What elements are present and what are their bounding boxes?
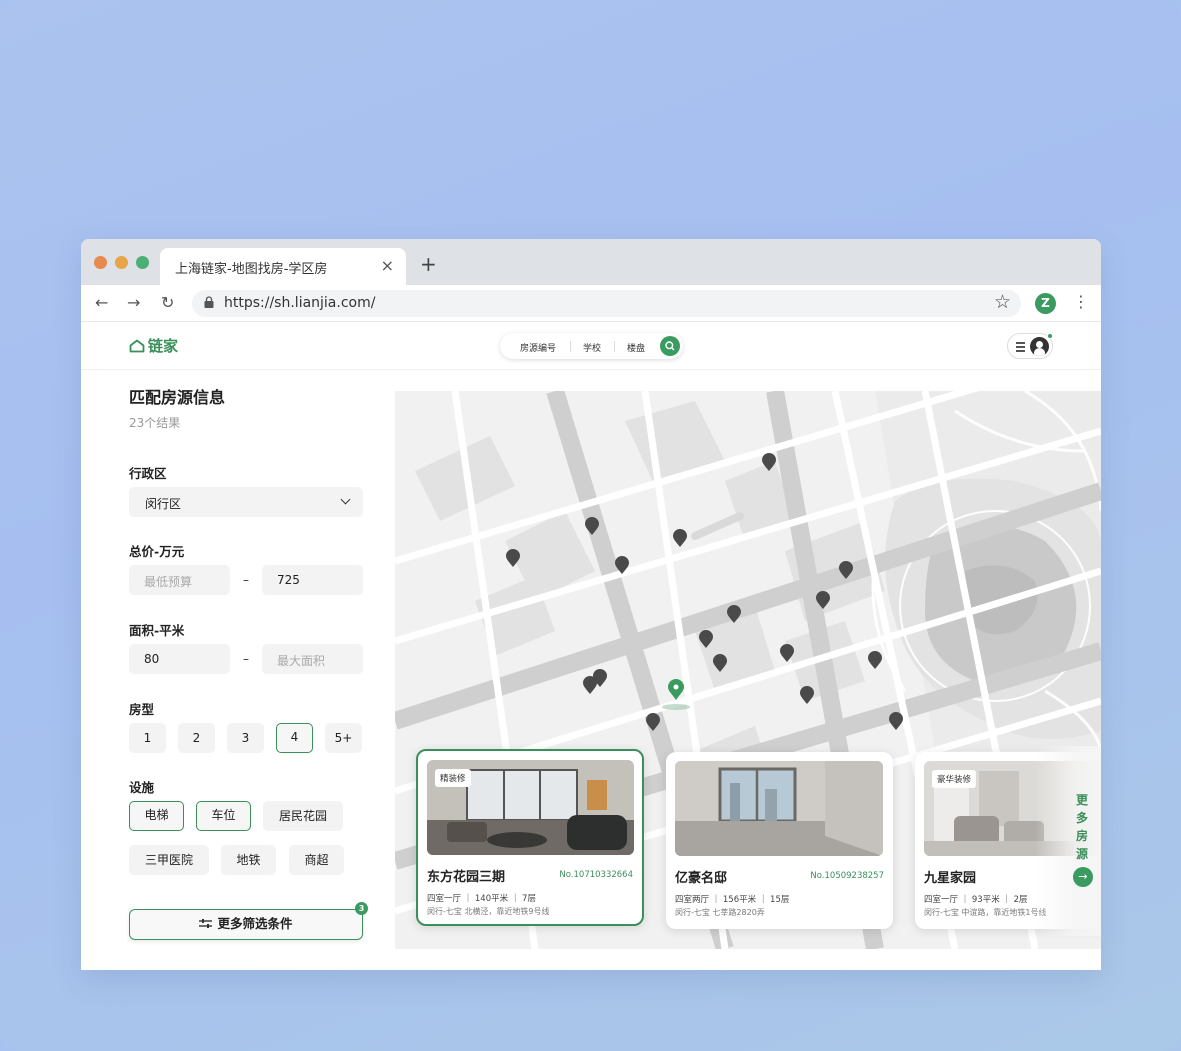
bookmark-star-icon[interactable]: ☆ xyxy=(994,291,1011,313)
facility-metro[interactable]: 地铁 xyxy=(221,845,276,875)
area-min-input[interactable]: 80 xyxy=(129,644,230,674)
listing-address: 闵行-七宝 北横泾，靠近地铁9号线 xyxy=(427,907,550,916)
browser-menu-icon[interactable]: ⋮ xyxy=(1073,292,1089,311)
close-window-button[interactable] xyxy=(94,256,107,269)
listing-info: 四室两厅 ｜ 156平米 ｜ 15层 xyxy=(675,895,790,905)
user-menu-button[interactable] xyxy=(1007,333,1053,359)
district-value: 闵行区 xyxy=(145,497,182,511)
logo-text: 链家 xyxy=(148,337,179,355)
listing-photo: 精装修 xyxy=(427,760,634,855)
url-field[interactable]: https://sh.lianjia.com/ ☆ xyxy=(192,290,1021,317)
search-bar: 房源编号 学校 楼盘 xyxy=(500,333,683,359)
district-select[interactable]: 闵行区 xyxy=(129,487,363,517)
facility-hospital[interactable]: 三甲医院 xyxy=(129,845,209,875)
search-button[interactable] xyxy=(660,336,680,356)
listing-name: 九星家园 xyxy=(924,871,977,886)
search-option-estate[interactable]: 楼盘 xyxy=(627,341,645,354)
price-separator: – xyxy=(243,573,249,587)
search-option-listing-id[interactable]: 房源编号 xyxy=(520,341,556,354)
room-type-label: 房型 xyxy=(129,702,155,717)
forward-arrow-icon[interactable]: → xyxy=(127,293,140,312)
room-option-4[interactable]: 4 xyxy=(276,723,313,753)
divider xyxy=(614,341,615,352)
facilities-label: 设施 xyxy=(129,780,155,795)
divider xyxy=(570,341,571,352)
page: 链家 房源编号 学校 楼盘 匹配房源信息 23个结果 行政区 闵行区 总价-万元… xyxy=(81,322,1101,970)
district-label: 行政区 xyxy=(129,466,167,481)
map-view[interactable]: 精装修 东方花园三期 No.10710332664 四室一厅 ｜ 140平米 ｜… xyxy=(395,391,1101,949)
house-icon xyxy=(129,339,145,352)
hamburger-icon xyxy=(1016,342,1025,354)
minimize-window-button[interactable] xyxy=(115,256,128,269)
facility-parking[interactable]: 车位 xyxy=(196,801,251,831)
listing-number: No.10710332664 xyxy=(559,870,633,880)
maximize-window-button[interactable] xyxy=(136,256,149,269)
back-arrow-icon[interactable]: ← xyxy=(95,293,108,312)
room-option-1[interactable]: 1 xyxy=(129,723,166,753)
decoration-tag: 豪华装修 xyxy=(932,770,977,788)
more-listings-label[interactable]: 更多房源 xyxy=(1074,791,1090,863)
url-text: https://sh.lianjia.com/ xyxy=(224,295,376,311)
lock-icon xyxy=(204,296,214,308)
listing-card[interactable]: 精装修 东方花园三期 No.10710332664 四室一厅 ｜ 140平米 ｜… xyxy=(416,749,644,926)
sliders-icon xyxy=(199,919,213,928)
area-separator: – xyxy=(243,652,249,666)
listing-info: 四室一厅 ｜ 93平米 ｜ 2层 xyxy=(924,895,1028,905)
site-logo[interactable]: 链家 xyxy=(129,335,178,356)
area-max-input[interactable]: 最大面积 xyxy=(262,644,363,674)
site-header: 链家 房源编号 学校 楼盘 xyxy=(81,322,1101,370)
more-filters-button[interactable]: 更多筛选条件 3 xyxy=(129,902,368,940)
listing-photo xyxy=(675,761,883,856)
price-max-input[interactable]: 725 xyxy=(262,565,363,595)
arrow-right-icon[interactable]: → xyxy=(1073,867,1093,887)
listing-address: 闵行-七宝 七莘路2820弄 xyxy=(675,908,765,917)
facility-elevator[interactable]: 电梯 xyxy=(129,801,184,831)
background: 上海链家-地图找房-学区房 × + ← → ↻ https://sh.lianj… xyxy=(0,0,1181,1051)
room-option-3[interactable]: 3 xyxy=(227,723,264,753)
area-label: 面积-平米 xyxy=(129,623,185,638)
tab-title: 上海链家-地图找房-学区房 xyxy=(175,262,328,277)
facility-supermarket[interactable]: 商超 xyxy=(289,845,344,875)
search-icon xyxy=(665,341,675,351)
more-filters-label: 更多筛选条件 xyxy=(217,916,293,931)
reload-icon[interactable]: ↻ xyxy=(161,293,174,312)
address-bar: ← → ↻ https://sh.lianjia.com/ ☆ Z ⋮ xyxy=(81,285,1101,322)
listing-address: 闵行-七宝 中谊路，靠近地铁1号线 xyxy=(924,908,1047,917)
filter-sidebar: 匹配房源信息 23个结果 行政区 闵行区 总价-万元 最低预算 – 725 面积… xyxy=(129,384,368,940)
listing-name: 亿豪名邸 xyxy=(675,871,728,886)
decoration-tag: 精装修 xyxy=(435,769,471,787)
listing-info: 四室一厅 ｜ 140平米 ｜ 7层 xyxy=(427,894,536,904)
browser-window: 上海链家-地图找房-学区房 × + ← → ↻ https://sh.lianj… xyxy=(81,239,1101,970)
search-option-school[interactable]: 学校 xyxy=(583,341,601,354)
page-title: 匹配房源信息 xyxy=(129,388,226,407)
chevron-down-icon xyxy=(340,494,351,505)
profile-avatar[interactable]: Z xyxy=(1035,293,1056,314)
notification-dot xyxy=(1047,333,1053,339)
facility-garden[interactable]: 居民花园 xyxy=(263,801,343,831)
user-icon xyxy=(1030,337,1049,356)
result-count: 23个结果 xyxy=(129,416,181,430)
browser-tab[interactable]: 上海链家-地图找房-学区房 × xyxy=(160,248,406,285)
listing-number: No.10509238257 xyxy=(810,871,884,881)
cards-fade-overlay xyxy=(1035,746,1101,936)
listing-card[interactable]: 亿豪名邸 No.10509238257 四室两厅 ｜ 156平米 ｜ 15层 闵… xyxy=(666,752,893,929)
new-tab-button[interactable]: + xyxy=(420,252,437,276)
room-option-2[interactable]: 2 xyxy=(178,723,215,753)
tab-bar: 上海链家-地图找房-学区房 × + xyxy=(81,239,1101,285)
room-option-5plus[interactable]: 5+ xyxy=(325,723,362,753)
price-min-input[interactable]: 最低预算 xyxy=(129,565,230,595)
price-label: 总价-万元 xyxy=(129,544,185,559)
filter-count-badge: 3 xyxy=(355,902,368,915)
listing-name: 东方花园三期 xyxy=(427,870,506,885)
tab-close-icon[interactable]: × xyxy=(381,256,394,275)
